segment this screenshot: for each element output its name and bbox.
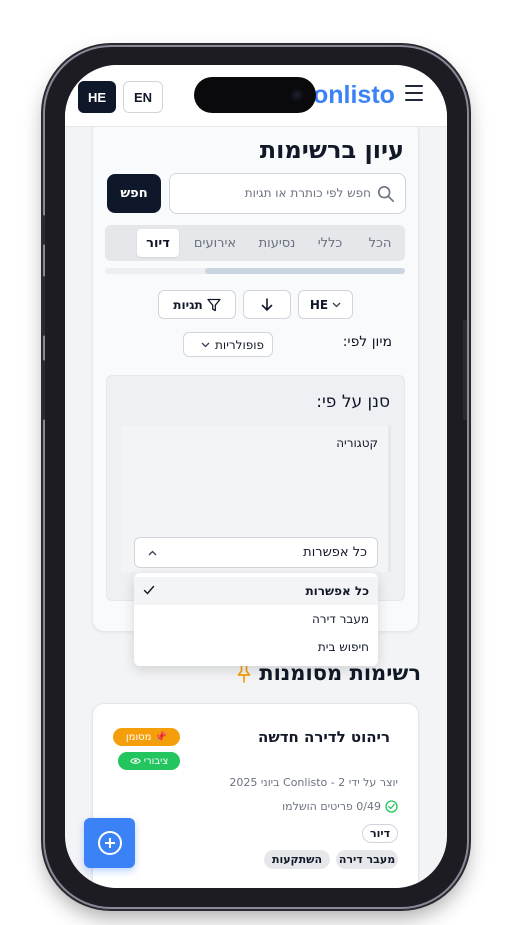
check-circle-icon [385,800,398,813]
category-tag[interactable]: דיור [362,824,398,843]
list-card-meta: יוצר על ידי Conlisto - 2 ביוני 2025 [229,776,398,789]
chevron-down-icon [332,302,341,307]
pinned-list-card[interactable]: ריהוט לדירה חדשה 📌 מסומן ציבורי יוצר על … [92,703,419,888]
search-input[interactable]: חפש לפי כותרת או תגיות [169,173,406,214]
page-title: עיון ברשימות [259,136,404,164]
public-badge-label: ציבורי [143,755,169,767]
pin-icon [237,664,251,683]
app-screen: HE EN onlisto עיון ברשימות חפש לפי כותרת… [65,65,447,888]
language-filter-label: HE [309,297,329,312]
language-filter-button[interactable]: HE [298,290,353,319]
sort-select[interactable]: פופולריות [183,332,273,357]
dropdown-option-moving[interactable]: מעבר דירה [134,605,378,633]
plus-circle-icon [97,831,122,855]
check-icon [143,585,155,595]
tab-events[interactable]: אירועים [185,229,245,257]
category-label: קטגוריה [336,436,378,450]
filter-title: סנן על פי: [316,392,390,412]
list-card-progress: 0/49 פריטים הושלמו [282,800,398,813]
category-dropdown: כל אפשרות מעבר דירה חיפוש בית [134,573,378,666]
eye-icon [129,758,141,764]
sort-label: מיון לפי: [342,334,392,350]
phone-side-button [41,215,45,245]
language-button-en[interactable]: EN [123,81,163,113]
progress-text: 0/49 פריטים הושלמו [282,800,381,813]
public-badge: ציבורי [118,752,180,770]
phone-side-button [463,320,467,420]
search-placeholder: חפש לפי כותרת או תגיות [244,186,371,200]
dropdown-option-label: כל אפשרות [305,584,369,598]
category-tabs: הכל כללי נסיעות אירועים דיור צנ [105,225,405,261]
phone-side-button [41,276,45,336]
tags-button-label: תגיות [173,297,203,312]
tag-chip[interactable]: מעבר דירה [336,850,398,869]
language-button-he[interactable]: HE [78,81,116,113]
search-icon [377,185,395,203]
chevron-up-icon [148,550,157,556]
add-list-button[interactable] [84,818,135,868]
dropdown-option-label: חיפוש בית [317,640,369,654]
list-card-title[interactable]: ריהוט לדירה חדשה [258,728,390,746]
tab-housing[interactable]: דיור [137,229,179,257]
category-select-value: כל אפשרות [303,545,367,560]
tab-all[interactable]: הכל [361,229,399,257]
dynamic-island [194,77,316,113]
search-button[interactable]: חפש [107,174,161,213]
hamburger-menu-icon[interactable] [405,85,423,101]
camera-icon [291,89,303,101]
dropdown-option-label: מעבר דירה [311,612,369,626]
tags-button[interactable]: תגיות [158,290,236,319]
pinned-badge: 📌 מסומן [113,728,180,746]
tag-chip[interactable]: השתקעות [264,850,330,869]
tab-travel[interactable]: נסיעות [251,229,303,257]
dropdown-option-house-hunt[interactable]: חיפוש בית [134,633,378,661]
sort-value: פופולריות [215,337,264,352]
tab-partial[interactable]: צנ [105,229,123,257]
phone-side-button [41,360,45,420]
tabs-scrollbar[interactable] [105,268,405,274]
chevron-down-icon [201,342,210,347]
sort-direction-button[interactable] [243,290,291,319]
tab-general[interactable]: כללי [311,229,349,257]
dropdown-option-all[interactable]: כל אפשרות [134,577,378,605]
main-content: עיון ברשימות חפש לפי כותרת או תגיות חפש … [65,127,447,888]
category-select[interactable]: כל אפשרות [134,537,378,568]
filter-icon [207,298,221,311]
app-logo[interactable]: onlisto [313,81,395,110]
tabs-scrollbar-thumb[interactable] [205,268,405,274]
arrow-down-icon [261,297,273,311]
